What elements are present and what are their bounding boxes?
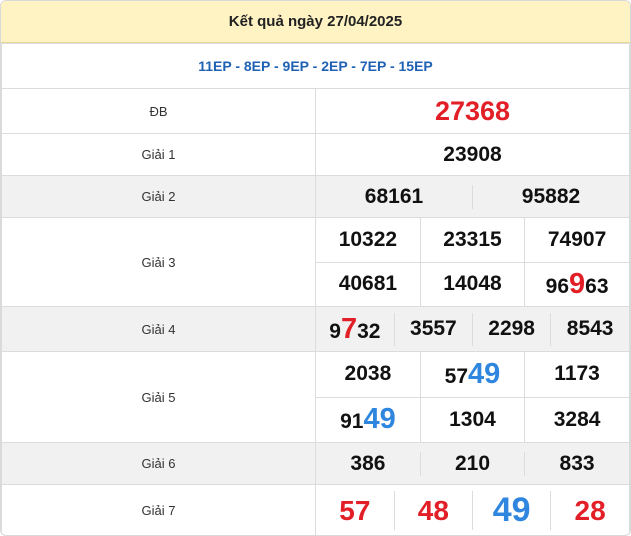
- prize-value-g6-1: 386: [316, 451, 421, 476]
- prize-value-g1: 23908: [315, 133, 630, 176]
- prize-label-g3: Giải 3: [1, 217, 316, 307]
- lottery-codes: 11EP - 8EP - 9EP - 2EP - 7EP - 15EP: [1, 43, 630, 89]
- prize-value-g2-2: 95882: [472, 184, 629, 209]
- results-card: Kết quả ngày 27/04/2025 11EP - 8EP - 9EP…: [0, 0, 631, 536]
- prize-value-g5-2: 5749: [419, 352, 525, 397]
- prize-label-g1: Giải 1: [1, 133, 316, 176]
- prize-value-db: 27368: [315, 88, 630, 134]
- prize-row-g7: Giải 7 57 48 49 28: [1, 484, 630, 535]
- prize-label-g7: Giải 7: [1, 484, 316, 535]
- prize-label-g5: Giải 5: [1, 351, 316, 443]
- prize-value-g3-3: 74907: [524, 218, 629, 262]
- prize-row-g1: Giải 1 23908: [1, 133, 630, 176]
- prize-value-g4-2: 3557: [393, 312, 473, 346]
- prize-row-g2: Giải 2 68161 95882: [1, 175, 630, 218]
- prize-value-g5-6: 3284: [524, 397, 629, 442]
- prize-value-g3-5: 14048: [419, 262, 525, 306]
- prize-row-g3: Giải 3 10322 23315 74907 40681 14048 969…: [1, 217, 630, 307]
- prize-row-g5: Giải 5 2038 5749 1173 9149 1304 3284: [1, 351, 630, 443]
- prize-value-g3-2: 23315: [419, 218, 525, 262]
- codes-row: 11EP - 8EP - 9EP - 2EP - 7EP - 15EP: [1, 43, 630, 89]
- prize-value-g4-4: 8543: [550, 312, 629, 346]
- highlight-digit: 9: [569, 267, 586, 300]
- prize-value-g5-4: 9149: [340, 403, 396, 436]
- prize-value-g7-3: 49: [471, 491, 551, 530]
- prize-label-db: ĐB: [1, 88, 316, 134]
- prize-value-g6-3: 833: [524, 451, 629, 476]
- prize-value-g3-6: 96963: [524, 262, 629, 306]
- prize-label-g4: Giải 4: [1, 306, 316, 352]
- prize-value-g6-2: 210: [419, 451, 525, 476]
- results-table: 11EP - 8EP - 9EP - 2EP - 7EP - 15EP ĐB 2…: [1, 43, 630, 535]
- prize-label-g2: Giải 2: [1, 175, 316, 218]
- prize-value-g3-1: 10322: [338, 227, 398, 251]
- prize-value-g4-3: 2298: [471, 312, 551, 346]
- highlight-digits: 49: [468, 357, 501, 390]
- prize-value-g7-4: 28: [550, 491, 629, 530]
- prize-value-g7-2: 48: [393, 491, 473, 530]
- highlight-digit: 7: [340, 312, 358, 345]
- prize-value-g4-1: 9732: [316, 312, 395, 346]
- prize-value-g3-4: 40681: [338, 272, 398, 296]
- prize-value-g5-1: 2038: [344, 362, 392, 386]
- prize-label-g6: Giải 6: [1, 442, 316, 485]
- highlight-digits: 49: [363, 403, 396, 436]
- prize-row-g6: Giải 6 386 210 833: [1, 442, 630, 485]
- prize-value-g5-5: 1304: [419, 397, 525, 442]
- prize-value-g2-1: 68161: [316, 184, 473, 209]
- prize-value-g5-3: 1173: [524, 352, 629, 397]
- results-title: Kết quả ngày 27/04/2025: [1, 1, 630, 43]
- prize-row-db: ĐB 27368: [1, 88, 630, 134]
- prize-row-g4: Giải 4 9732 3557 2298 8543: [1, 306, 630, 352]
- prize-value-g7-1: 57: [339, 494, 371, 526]
